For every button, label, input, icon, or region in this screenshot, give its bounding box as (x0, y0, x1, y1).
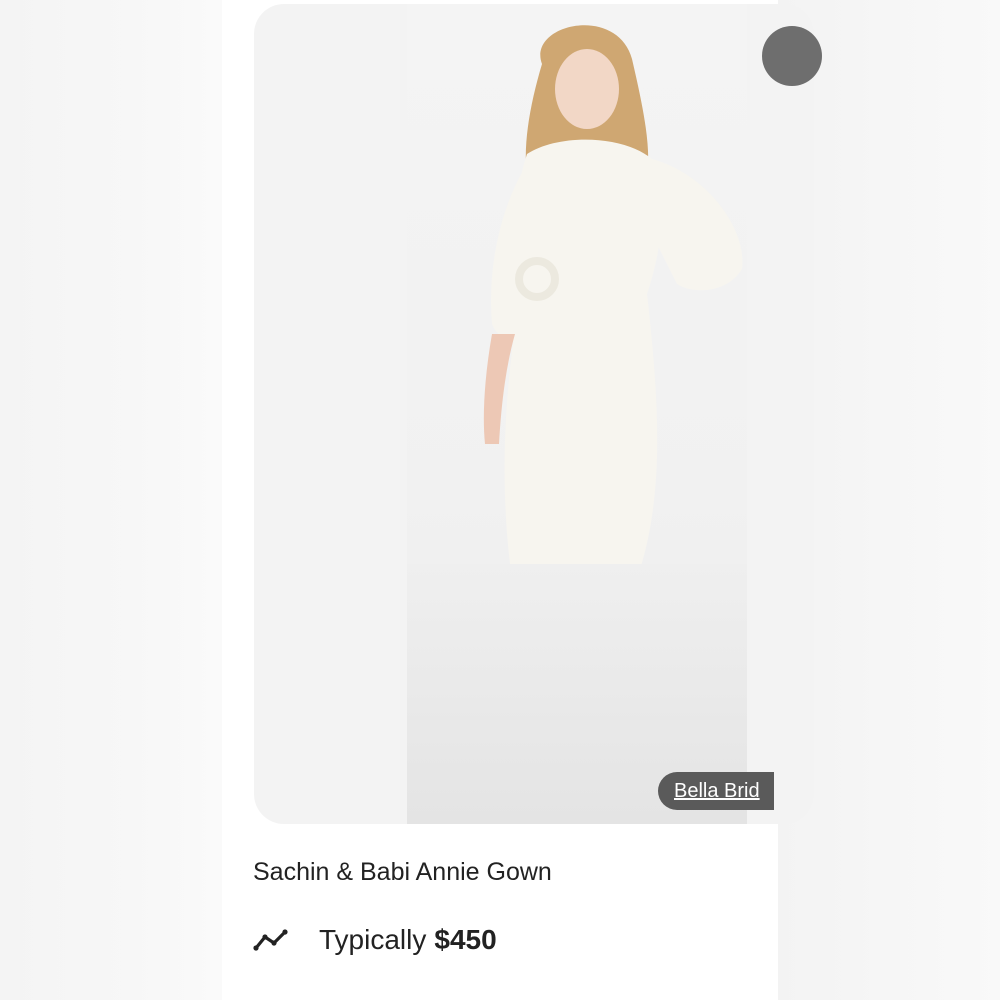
favorite-button[interactable] (762, 26, 822, 86)
price-prefix: Typically (319, 924, 427, 955)
screenshot-stage: Bella Brid Sachin & Babi Annie Gown Typi… (0, 0, 1000, 1000)
blurred-background-left (0, 0, 222, 1000)
price-row: Typically $450 (253, 920, 497, 960)
product-image-container[interactable] (254, 4, 814, 824)
seller-link[interactable]: Bella Brid (658, 772, 774, 810)
product-title[interactable]: Sachin & Babi Annie Gown (253, 858, 552, 887)
price-value: $450 (434, 924, 497, 955)
trend-line-icon (253, 929, 288, 951)
product-card[interactable]: Bella Brid Sachin & Babi Annie Gown Typi… (222, 0, 822, 1000)
